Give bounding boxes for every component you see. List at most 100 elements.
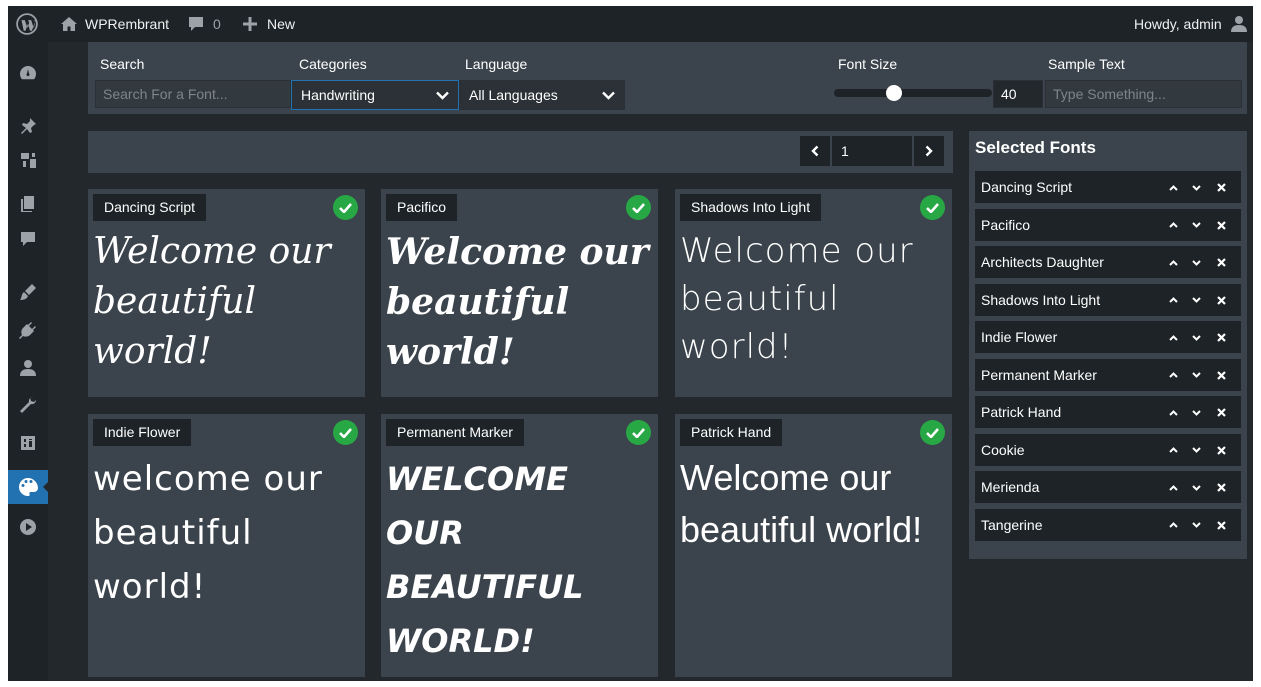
menu-fonts-plugin[interactable] bbox=[8, 470, 48, 504]
font-card[interactable]: Permanent Marker WELCOME OUR BEAUTIFUL W… bbox=[381, 414, 658, 677]
site-name-link[interactable]: WPRembrant bbox=[60, 6, 169, 42]
plus-icon bbox=[243, 17, 257, 31]
move-up-icon[interactable] bbox=[1168, 482, 1179, 493]
remove-icon[interactable] bbox=[1216, 407, 1227, 418]
move-down-icon[interactable] bbox=[1191, 370, 1202, 381]
chevron-left-icon bbox=[811, 145, 819, 157]
check-icon[interactable] bbox=[920, 195, 945, 220]
check-icon[interactable] bbox=[333, 195, 358, 220]
check-icon[interactable] bbox=[333, 420, 358, 445]
selected-font-name: Indie Flower bbox=[981, 329, 1058, 345]
remove-icon[interactable] bbox=[1216, 482, 1227, 493]
language-selected-value: All Languages bbox=[469, 87, 558, 103]
prev-page-button[interactable] bbox=[800, 136, 830, 166]
remove-icon[interactable] bbox=[1216, 220, 1227, 231]
check-icon[interactable] bbox=[920, 420, 945, 445]
selected-font-item: Patrick Hand bbox=[975, 396, 1241, 428]
next-page-button[interactable] bbox=[914, 136, 944, 166]
check-icon[interactable] bbox=[626, 420, 651, 445]
move-down-icon[interactable] bbox=[1191, 482, 1202, 493]
selected-font-name: Shadows Into Light bbox=[981, 291, 1101, 308]
remove-icon[interactable] bbox=[1216, 445, 1227, 456]
check-icon[interactable] bbox=[626, 195, 651, 220]
move-up-icon[interactable] bbox=[1168, 295, 1179, 306]
users-icon bbox=[20, 360, 36, 376]
move-down-icon[interactable] bbox=[1191, 445, 1202, 456]
move-up-icon[interactable] bbox=[1168, 407, 1179, 418]
menu-plugins[interactable] bbox=[8, 313, 48, 347]
font-card-name: Patrick Hand bbox=[680, 419, 783, 446]
selected-font-name: Architects Daughter bbox=[981, 254, 1104, 270]
page-number-input[interactable]: 1 bbox=[832, 136, 912, 166]
font-card[interactable]: Shadows Into Light Welcome our beautiful… bbox=[675, 189, 952, 397]
menu-users[interactable] bbox=[8, 351, 48, 385]
language-label: Language bbox=[465, 56, 528, 72]
wordpress-logo-button[interactable] bbox=[16, 6, 42, 42]
menu-posts[interactable] bbox=[8, 109, 48, 143]
font-card-name: Indie Flower bbox=[93, 419, 192, 446]
font-card[interactable]: Patrick Hand Welcome our beautiful world… bbox=[675, 414, 952, 677]
selected-font-item: Dancing Script bbox=[975, 171, 1241, 203]
menu-media-player[interactable] bbox=[8, 510, 48, 544]
categories-selected-value: Handwriting bbox=[301, 87, 375, 103]
font-card-sample: Welcome our beautiful world! bbox=[680, 231, 914, 367]
menu-settings[interactable] bbox=[8, 426, 48, 460]
selected-font-name: Pacifico bbox=[981, 216, 1031, 233]
selected-font-item: Tangerine bbox=[975, 508, 1241, 541]
comments-link[interactable]: 0 bbox=[188, 6, 221, 42]
remove-icon[interactable] bbox=[1216, 295, 1227, 306]
comments-icon bbox=[21, 232, 35, 246]
move-up-icon[interactable] bbox=[1168, 520, 1179, 531]
move-up-icon[interactable] bbox=[1168, 332, 1179, 343]
pin-icon bbox=[21, 118, 36, 134]
selected-font-item: Permanent Marker bbox=[975, 358, 1241, 391]
menu-comments[interactable] bbox=[8, 222, 48, 256]
move-down-icon[interactable] bbox=[1191, 520, 1202, 531]
font-size-slider[interactable] bbox=[834, 89, 992, 97]
selected-font-item: Shadows Into Light bbox=[975, 283, 1241, 316]
move-down-icon[interactable] bbox=[1191, 220, 1202, 231]
selected-font-item: Architects Daughter bbox=[975, 246, 1241, 278]
remove-icon[interactable] bbox=[1216, 520, 1227, 531]
main-content: Search Categories Handwriting Language A… bbox=[48, 42, 1253, 681]
font-card-sample: WELCOME OUR BEAUTIFUL WORLD! bbox=[386, 460, 584, 660]
move-down-icon[interactable] bbox=[1191, 295, 1202, 306]
tools-icon bbox=[20, 396, 37, 413]
font-card[interactable]: Dancing Script Welcome our beautiful wor… bbox=[88, 189, 365, 397]
move-down-icon[interactable] bbox=[1191, 257, 1202, 268]
pagination-bar: 1 bbox=[88, 131, 953, 173]
remove-icon[interactable] bbox=[1216, 257, 1227, 268]
font-card[interactable]: Indie Flower welcome our beautiful world… bbox=[88, 414, 365, 677]
move-up-icon[interactable] bbox=[1168, 257, 1179, 268]
remove-icon[interactable] bbox=[1216, 182, 1227, 193]
my-account-link[interactable]: Howdy, admin bbox=[1134, 6, 1248, 42]
categories-label: Categories bbox=[299, 56, 367, 72]
font-size-slider-thumb[interactable] bbox=[886, 85, 903, 101]
new-content-link[interactable]: New bbox=[242, 6, 295, 42]
dashboard-icon bbox=[20, 66, 36, 80]
menu-pages[interactable] bbox=[8, 187, 48, 221]
font-card-name: Permanent Marker bbox=[386, 419, 524, 446]
move-down-icon[interactable] bbox=[1191, 332, 1202, 343]
categories-select[interactable]: Handwriting bbox=[291, 80, 459, 110]
move-down-icon[interactable] bbox=[1191, 182, 1202, 193]
font-card[interactable]: Pacifico Welcome our beautiful world! bbox=[381, 189, 658, 397]
move-up-icon[interactable] bbox=[1168, 370, 1179, 381]
language-select[interactable]: All Languages bbox=[459, 80, 625, 110]
sample-text-input[interactable] bbox=[1045, 80, 1242, 108]
move-up-icon[interactable] bbox=[1168, 182, 1179, 193]
menu-dashboard[interactable] bbox=[8, 56, 48, 90]
home-icon bbox=[61, 17, 77, 31]
remove-icon[interactable] bbox=[1216, 370, 1227, 381]
font-size-input[interactable]: 40 bbox=[993, 80, 1043, 108]
move-up-icon[interactable] bbox=[1168, 220, 1179, 231]
menu-tools[interactable] bbox=[8, 388, 48, 422]
remove-icon[interactable] bbox=[1216, 332, 1227, 343]
move-up-icon[interactable] bbox=[1168, 445, 1179, 456]
search-input[interactable] bbox=[95, 80, 291, 108]
sample-text-label: Sample Text bbox=[1048, 56, 1125, 72]
menu-appearance[interactable] bbox=[8, 275, 48, 309]
menu-media[interactable] bbox=[8, 143, 48, 177]
move-down-icon[interactable] bbox=[1191, 407, 1202, 418]
plugins-icon bbox=[19, 322, 36, 339]
